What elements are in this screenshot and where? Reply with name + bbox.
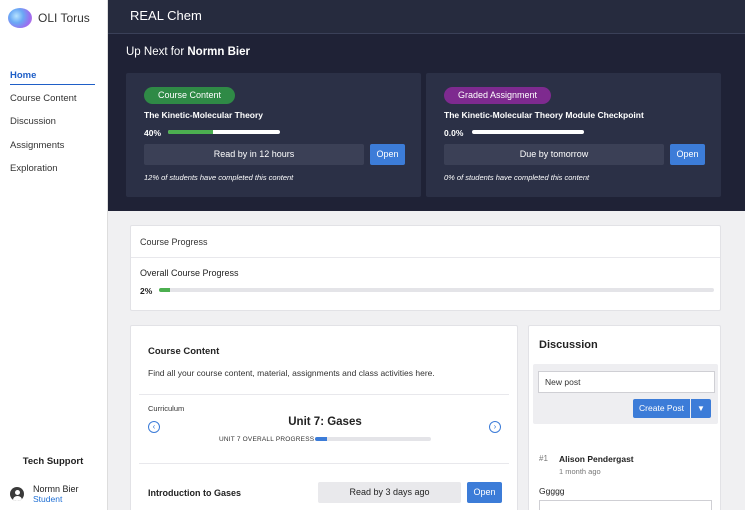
card-status: Read by in 12 hours xyxy=(144,144,364,165)
overall-progress-label: Overall Course Progress xyxy=(140,268,239,278)
divider xyxy=(139,394,509,395)
sidebar-item-assignments[interactable]: Assignments xyxy=(10,138,95,161)
top-bar: REAL Chem xyxy=(108,0,745,34)
unit-progress-bar xyxy=(315,437,431,441)
overall-progress-text: 2% xyxy=(140,286,153,296)
new-post-composer: Create Post ▼ xyxy=(533,364,718,424)
post-index: #1 xyxy=(539,454,548,463)
course-title: REAL Chem xyxy=(130,8,202,23)
up-next-card-course-content: Course Content The Kinetic-Molecular The… xyxy=(126,73,421,197)
card-title: The Kinetic-Molecular Theory Module Chec… xyxy=(444,110,644,120)
user-avatar-icon xyxy=(10,487,24,501)
card-progress-text: 40% xyxy=(144,128,162,138)
reply-input[interactable] xyxy=(539,500,712,510)
discussion-title: Discussion xyxy=(539,339,598,351)
tech-support-link[interactable]: Tech Support xyxy=(0,456,106,467)
create-post-button[interactable]: Create Post xyxy=(633,399,690,418)
logo-text: OLI Torus xyxy=(38,11,90,25)
oli-logo-icon xyxy=(8,8,32,28)
chevron-right-circle-icon[interactable]: › xyxy=(489,421,501,433)
sidebar: OLI Torus Home Course Content Discussion… xyxy=(0,0,108,510)
divider xyxy=(131,257,720,258)
sidebar-item-discussion[interactable]: Discussion xyxy=(10,114,95,137)
card-title: The Kinetic-Molecular Theory xyxy=(144,110,264,120)
user-name: Normn Bier xyxy=(33,484,79,494)
up-next-title: Up Next for Normn Bier xyxy=(126,46,250,58)
up-next-prefix: Up Next for xyxy=(126,46,185,58)
unit-progress-label: UNIT 7 OVERALL PROGRESS xyxy=(219,436,315,443)
new-post-input[interactable] xyxy=(538,371,715,393)
sidebar-nav: Home Course Content Discussion Assignmen… xyxy=(10,68,95,184)
up-next-section: Up Next for Normn Bier Course Content Th… xyxy=(108,34,745,211)
logo[interactable]: OLI Torus xyxy=(8,8,90,28)
divider xyxy=(139,463,509,464)
card-progress-bar xyxy=(472,130,584,134)
course-content-description: Find all your course content, material, … xyxy=(148,368,435,378)
badge-course-content: Course Content xyxy=(144,87,236,104)
card-status: Due by tomorrow xyxy=(444,144,664,165)
post-body: Ggggg xyxy=(539,486,565,496)
content-row-title: Introduction to Gases xyxy=(148,488,242,498)
badge-graded-assignment: Graded Assignment xyxy=(444,87,552,104)
open-button[interactable]: Open xyxy=(670,144,705,165)
discussion-panel: Discussion Create Post ▼ #1 Alison Pende… xyxy=(528,325,721,510)
sidebar-item-course-content[interactable]: Course Content xyxy=(10,91,95,114)
open-button[interactable]: Open xyxy=(370,144,405,165)
card-completion-note: 12% of students have completed this cont… xyxy=(144,173,294,182)
up-next-card-graded-assignment: Graded Assignment The Kinetic-Molecular … xyxy=(426,73,721,197)
user-info: Normn Bier Student xyxy=(33,484,79,504)
curriculum-label: Curriculum xyxy=(148,404,185,413)
course-progress-header: Course Progress xyxy=(140,237,208,247)
chevron-left-circle-icon[interactable]: ‹ xyxy=(148,421,160,433)
unit-title: Unit 7: Gases xyxy=(288,416,362,428)
up-next-user: Normn Bier xyxy=(187,46,250,58)
sidebar-item-exploration[interactable]: Exploration xyxy=(10,161,95,184)
unit-progress-fill xyxy=(315,437,327,441)
card-progress-text: 0.0% xyxy=(444,128,464,138)
chevron-down-icon[interactable]: ▼ xyxy=(691,399,711,418)
course-content-panel: Course Content Find all your course cont… xyxy=(130,325,518,510)
course-progress-panel: Course Progress Overall Course Progress … xyxy=(130,225,721,311)
post-time: 1 month ago xyxy=(559,467,601,476)
card-progress-bar xyxy=(168,130,280,134)
card-completion-note: 0% of students have completed this conte… xyxy=(444,173,590,182)
overall-progress-fill xyxy=(159,288,171,292)
user-menu[interactable]: Normn Bier Student xyxy=(10,484,79,504)
open-button[interactable]: Open xyxy=(467,482,502,503)
course-content-title: Course Content xyxy=(148,346,220,357)
post-author: Alison Pendergast xyxy=(559,454,634,464)
content-row-status: Read by 3 days ago xyxy=(318,482,461,503)
card-progress-fill xyxy=(168,130,213,134)
user-role: Student xyxy=(33,494,63,504)
sidebar-item-home[interactable]: Home xyxy=(10,68,95,85)
overall-progress-bar xyxy=(159,288,714,292)
